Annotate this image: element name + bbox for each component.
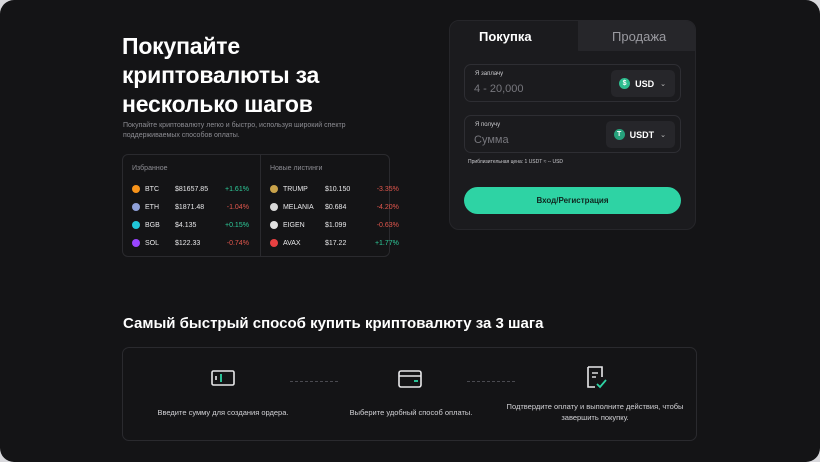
market-row[interactable]: SOL $122.33 -0.74% — [132, 234, 251, 252]
tab-sell[interactable]: Продажа — [612, 29, 666, 44]
coin-price: $1871.48 — [175, 203, 205, 211]
usdt-icon: T — [613, 129, 625, 140]
usd-icon: $ — [619, 78, 631, 89]
trump-coin-icon — [269, 185, 278, 193]
confirm-document-icon — [585, 365, 609, 396]
coin-price: $17.22 — [324, 239, 347, 247]
coin-price: $1.099 — [324, 221, 347, 229]
coin-price: $4.135 — [175, 221, 197, 229]
pay-field[interactable]: Я заплачу $ USD ⌄ — [464, 64, 681, 102]
market-row[interactable]: EIGEN $1.099 -0.63% — [269, 216, 401, 234]
markets-card: Избранное BTC $81657.85 +1.61% ETH $1871.48 -… — [122, 154, 399, 257]
favorites-column: Избранное BTC $81657.85 +1.61% ETH $1871.48 -… — [123, 155, 260, 256]
step-2-text: Выберите удобный способ оплаты. — [349, 408, 473, 417]
trade-panel: Покупка Продажа Я заплачу $ USD ⌄ Я полу… — [449, 20, 696, 230]
coin-symbol: ETH — [145, 203, 159, 211]
coin-change: +1.77% — [374, 239, 399, 247]
page-frame: Покупайте криптовалюты за несколько шаго… — [0, 0, 820, 462]
coin-change: -3.35% — [376, 185, 399, 193]
coin-price: $122.33 — [175, 239, 201, 247]
melania-coin-icon — [269, 203, 278, 211]
receive-currency-label: USDT — [629, 129, 655, 140]
step-divider — [290, 381, 338, 382]
eigen-coin-icon — [269, 221, 278, 229]
login-register-button[interactable]: Вход/Регистрация — [464, 187, 681, 214]
coin-price: $81657.85 — [175, 185, 209, 193]
coin-change: -1.04% — [226, 203, 249, 211]
pay-amount-input[interactable] — [474, 81, 604, 97]
step-1-text: Введите сумму для создания ордера. — [157, 408, 289, 417]
market-row[interactable]: AVAX $17.22 +1.77% — [269, 234, 401, 252]
coin-symbol: SOL — [145, 239, 160, 247]
pay-currency-label: USD — [635, 78, 655, 89]
receive-currency-select[interactable]: T USDT ⌄ — [605, 121, 675, 148]
coin-symbol: AVAX — [282, 239, 301, 247]
coin-symbol: BTC — [145, 185, 159, 193]
receive-amount-input[interactable] — [474, 132, 604, 148]
favorites-header: Избранное — [132, 165, 168, 172]
coin-change: -0.63% — [376, 221, 399, 229]
market-row[interactable]: BTC $81657.85 +1.61% — [132, 180, 251, 198]
coin-price: $0.684 — [324, 203, 347, 211]
market-row[interactable]: TRUMP $10.150 -3.35% — [269, 180, 401, 198]
sol-coin-icon — [132, 239, 140, 247]
coin-symbol: TRUMP — [282, 185, 308, 193]
eth-coin-icon — [132, 203, 140, 211]
pay-currency-select[interactable]: $ USD ⌄ — [611, 70, 675, 97]
step-divider — [467, 381, 515, 382]
receive-label: Я получу — [475, 122, 501, 128]
tab-buy[interactable]: Покупка — [479, 29, 532, 44]
receive-field[interactable]: Я получу T USDT ⌄ — [464, 115, 681, 153]
coin-price: $10.150 — [324, 185, 351, 193]
hero-title-line: Покупайте — [122, 33, 240, 59]
hero-subtitle: Покупайте криптовалюту легко и быстро, и… — [123, 122, 346, 139]
wallet-icon — [397, 368, 423, 395]
coin-change: -0.74% — [226, 239, 249, 247]
new-listings-header: Новые листинги — [269, 165, 323, 172]
coin-symbol: BGB — [145, 221, 160, 229]
coin-symbol: MELANIA — [282, 203, 314, 211]
coin-symbol: EIGEN — [282, 221, 305, 229]
hero-title-line: несколько шагов — [122, 91, 313, 117]
trade-tabs: Покупка Продажа — [450, 21, 695, 51]
steps-title: Самый быстрый способ купить криптовалюту… — [123, 315, 544, 332]
chevron-down-icon: ⌄ — [660, 131, 666, 139]
market-row[interactable]: ETH $1871.48 -1.04% — [132, 198, 251, 216]
approx-rate: Приблизительная цена: 1 USDT ≈ -- USD — [468, 159, 564, 165]
btc-coin-icon — [132, 185, 140, 193]
coin-change: +0.15% — [225, 221, 249, 229]
hero-title: Покупайте криптовалюты за несколько шаго… — [122, 32, 422, 119]
market-row[interactable]: BGB $4.135 +0.15% — [132, 216, 251, 234]
amount-input-icon — [211, 368, 235, 393]
pay-label: Я заплачу — [475, 71, 504, 77]
bgb-coin-icon — [132, 221, 140, 229]
coin-change: -4.20% — [376, 203, 399, 211]
avax-coin-icon — [269, 239, 278, 247]
coin-change: +1.61% — [225, 185, 249, 193]
step-3-text: Подтвердите оплату и выполните действия,… — [506, 402, 684, 422]
new-listings-column: Новые листинги TRUMP $10.150 -3.35% MELANIA… — [259, 155, 410, 256]
chevron-down-icon: ⌄ — [660, 80, 666, 88]
hero-title-line: криптовалюты за — [122, 62, 320, 88]
market-row[interactable]: MELANIA $0.684 -4.20% — [269, 198, 401, 216]
steps-card: Введите сумму для создания ордера. Выбер… — [122, 347, 697, 441]
